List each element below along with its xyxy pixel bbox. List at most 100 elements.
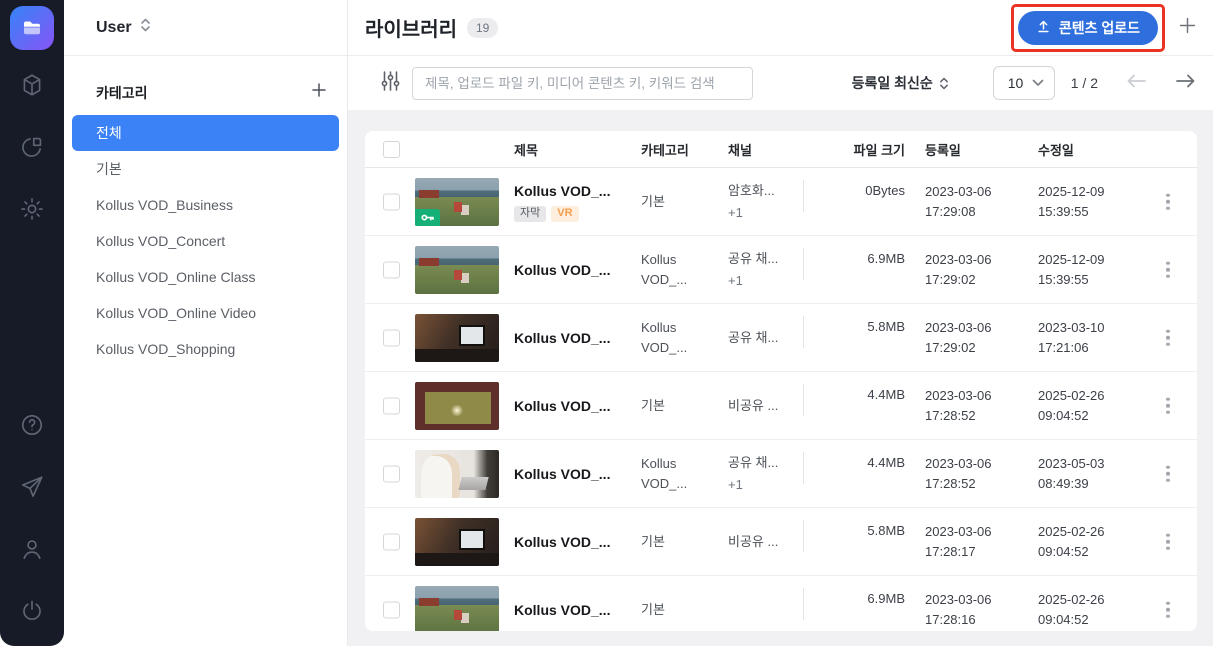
library-logo-icon[interactable]: [10, 6, 54, 50]
row-channel: 암호화... +1: [728, 168, 806, 236]
row-menu-button[interactable]: [1162, 257, 1174, 282]
video-thumbnail[interactable]: [415, 246, 499, 294]
row-title-link[interactable]: Kollus VOD_...: [514, 262, 634, 278]
row-moddate: 2025-02-2609:04:52: [1038, 576, 1146, 631]
row-checkbox[interactable]: [383, 329, 400, 346]
row-title-link[interactable]: Kollus VOD_...: [514, 602, 634, 618]
column-moddate[interactable]: 수정일: [1038, 131, 1142, 168]
column-divider: [803, 180, 804, 212]
workspace-name: User: [96, 19, 132, 37]
power-icon[interactable]: [19, 598, 45, 624]
row-title-link[interactable]: Kollus VOD_...: [514, 466, 634, 482]
row-channel: 공유 채...: [728, 304, 806, 372]
user-icon[interactable]: [19, 536, 45, 562]
category-list: 전체 기본 Kollus VOD_Business Kollus VOD_Con…: [64, 115, 347, 367]
category-item[interactable]: 기본: [72, 151, 339, 187]
row-title-link[interactable]: Kollus VOD_...: [514, 534, 634, 550]
drm-key-badge: [415, 209, 440, 226]
library-table-card: 제목 카테고리 채널 파일 크기 등록일 수정일 Kollus VOD_... …: [365, 131, 1197, 631]
row-menu-button[interactable]: [1162, 393, 1174, 418]
category-item[interactable]: 전체: [72, 115, 339, 151]
gear-icon[interactable]: [19, 196, 45, 222]
row-category: 기본: [641, 168, 711, 236]
row-channel: 공유 채... +1: [728, 236, 806, 304]
prev-page-button[interactable]: [1126, 73, 1147, 94]
table-row: Kollus VOD_... 기본 비공유 ... 5.8MB 2023-03-…: [365, 508, 1197, 576]
table-row: Kollus VOD_... Kollus VOD_... 공유 채... +1…: [365, 236, 1197, 304]
table-row: Kollus VOD_... 자막VR 기본 암호화... +1 0Bytes …: [365, 168, 1197, 236]
row-filesize: 0Bytes: [805, 168, 905, 236]
row-channel: 공유 채... +1: [728, 440, 806, 508]
row-regdate: 2023-03-0617:28:17: [925, 508, 1033, 576]
category-item[interactable]: Kollus VOD_Business: [72, 187, 339, 223]
next-page-button[interactable]: [1175, 73, 1196, 94]
row-category: Kollus VOD_...: [641, 440, 711, 508]
category-item[interactable]: Kollus VOD_Concert: [72, 223, 339, 259]
column-divider: [803, 316, 804, 348]
sort-button[interactable]: 등록일 최신순: [852, 73, 949, 93]
category-item[interactable]: Kollus VOD_Shopping: [72, 331, 339, 367]
column-regdate[interactable]: 등록일: [925, 131, 1029, 168]
row-filesize: 6.9MB: [805, 236, 905, 304]
select-all-checkbox[interactable]: [383, 141, 400, 158]
row-title-link[interactable]: Kollus VOD_...: [514, 330, 634, 346]
add-button[interactable]: [1179, 17, 1196, 39]
row-moddate: 2023-05-0308:49:39: [1038, 440, 1146, 508]
row-moddate: 2023-03-1017:21:06: [1038, 304, 1146, 372]
row-menu-button[interactable]: [1162, 529, 1174, 554]
table-row: Kollus VOD_... Kollus VOD_... 공유 채... +1…: [365, 440, 1197, 508]
upload-button-label: 콘텐츠 업로드: [1059, 18, 1140, 38]
row-regdate: 2023-03-0617:28:52: [925, 372, 1033, 440]
row-checkbox[interactable]: [383, 261, 400, 278]
add-category-button[interactable]: [311, 82, 327, 103]
help-icon[interactable]: [19, 412, 45, 438]
video-thumbnail[interactable]: [415, 586, 499, 631]
row-menu-button[interactable]: [1162, 461, 1174, 486]
column-channel[interactable]: 채널: [728, 131, 806, 168]
video-thumbnail[interactable]: [415, 314, 499, 362]
row-checkbox[interactable]: [383, 465, 400, 482]
chevron-updown-icon: [140, 18, 151, 37]
page-size-select[interactable]: 10: [993, 66, 1055, 100]
icon-rail: [0, 0, 64, 646]
video-thumbnail[interactable]: [415, 382, 499, 430]
row-moddate: 2025-02-2609:04:52: [1038, 372, 1146, 440]
video-thumbnail[interactable]: [415, 518, 499, 566]
column-filesize[interactable]: 파일 크기: [805, 131, 905, 168]
video-thumbnail[interactable]: [415, 450, 499, 498]
row-moddate: 2025-12-0915:39:55: [1038, 168, 1146, 236]
row-menu-button[interactable]: [1162, 189, 1174, 214]
send-icon[interactable]: [19, 474, 45, 500]
category-item[interactable]: Kollus VOD_Online Video: [72, 295, 339, 331]
row-title-link[interactable]: Kollus VOD_...: [514, 398, 634, 414]
row-title-link[interactable]: Kollus VOD_...: [514, 183, 634, 199]
row-menu-button[interactable]: [1162, 597, 1174, 622]
row-category: 기본: [641, 372, 711, 440]
category-panel: User 카테고리 전체 기본 Kollus VOD_Business Koll…: [64, 0, 348, 646]
row-checkbox[interactable]: [383, 601, 400, 618]
column-title[interactable]: 제목: [514, 131, 632, 168]
category-item-label: Kollus VOD_Business: [96, 197, 233, 213]
column-divider: [803, 588, 804, 620]
row-menu-button[interactable]: [1162, 325, 1174, 350]
row-category: Kollus VOD_...: [641, 304, 711, 372]
row-checkbox[interactable]: [383, 397, 400, 414]
row-checkbox[interactable]: [383, 193, 400, 210]
category-item[interactable]: Kollus VOD_Online Class: [72, 259, 339, 295]
video-thumbnail[interactable]: [415, 178, 499, 226]
category-item-label: 기본: [96, 159, 122, 179]
row-regdate: 2023-03-0617:29:02: [925, 236, 1033, 304]
search-input[interactable]: [412, 67, 753, 100]
table-header-row: 제목 카테고리 채널 파일 크기 등록일 수정일: [365, 131, 1197, 168]
cube-icon[interactable]: [19, 72, 45, 98]
row-filesize: 5.8MB: [805, 304, 905, 372]
row-channel: [728, 576, 806, 631]
workspace-switcher[interactable]: User: [64, 0, 347, 56]
page-size-value: 10: [1008, 75, 1024, 91]
row-checkbox[interactable]: [383, 533, 400, 550]
column-category[interactable]: 카테고리: [641, 131, 715, 168]
upload-content-button[interactable]: 콘텐츠 업로드: [1018, 11, 1158, 45]
filter-icon[interactable]: [381, 70, 400, 97]
pie-chart-icon[interactable]: [19, 134, 45, 160]
category-title: 카테고리: [96, 83, 148, 103]
